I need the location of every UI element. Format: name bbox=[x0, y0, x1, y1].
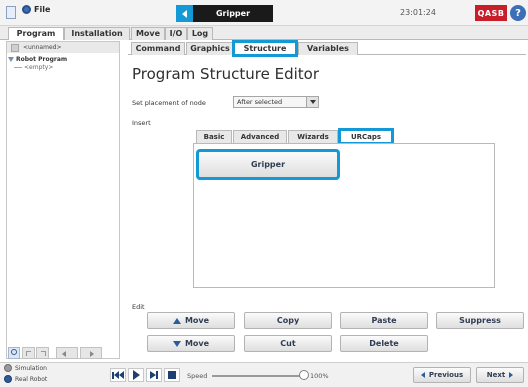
simulation-option[interactable]: Simulation bbox=[4, 364, 47, 372]
chevron-right-icon bbox=[509, 372, 514, 378]
simulation-label: Simulation bbox=[15, 364, 47, 372]
step-forward-icon bbox=[150, 371, 158, 379]
program-name: <unnamed> bbox=[23, 44, 62, 51]
magnifier-icon bbox=[11, 349, 17, 355]
clock-display: 23:01:24 bbox=[400, 8, 436, 17]
tree-search-button[interactable] bbox=[8, 347, 20, 359]
next-label: Next bbox=[486, 371, 506, 379]
move-up-button[interactable]: Move bbox=[147, 312, 235, 329]
tree-expand-button[interactable] bbox=[80, 347, 102, 359]
step-button[interactable] bbox=[146, 368, 162, 382]
real-robot-option[interactable]: Real Robot bbox=[4, 375, 47, 383]
tree-header: <unnamed> bbox=[7, 42, 119, 53]
empty-node-label: <empty> bbox=[24, 64, 54, 71]
page-title: Program Structure Editor bbox=[132, 65, 319, 83]
expand-icon bbox=[8, 57, 14, 62]
paste-label: Paste bbox=[371, 316, 397, 325]
real-robot-label: Real Robot bbox=[15, 375, 48, 383]
tree-redo-button[interactable] bbox=[36, 347, 49, 359]
play-icon bbox=[132, 370, 140, 380]
gear-icon bbox=[22, 5, 31, 14]
gripper-button-label: Gripper bbox=[250, 160, 286, 169]
robot-program-label: Robot Program bbox=[16, 56, 68, 63]
tab-program[interactable]: Program bbox=[8, 27, 64, 40]
suppress-button[interactable]: Suppress bbox=[436, 312, 524, 329]
suppress-label: Suppress bbox=[459, 316, 501, 325]
placement-value: After selected bbox=[237, 98, 283, 106]
placement-select[interactable]: After selected bbox=[233, 96, 319, 108]
tab-basic[interactable]: Basic bbox=[196, 130, 232, 143]
gripper-insert-button[interactable]: Gripper bbox=[196, 149, 340, 180]
cut-label: Cut bbox=[280, 339, 296, 348]
play-button[interactable] bbox=[128, 368, 144, 382]
undo-icon bbox=[26, 351, 31, 356]
node-line-icon bbox=[14, 67, 22, 68]
arrow-down-icon bbox=[172, 340, 181, 347]
edit-label: Edit bbox=[132, 303, 145, 311]
help-icon: ? bbox=[515, 7, 521, 19]
redo-icon bbox=[41, 351, 46, 356]
speed-value: 100% bbox=[310, 372, 329, 380]
file-menu-button[interactable]: File bbox=[22, 5, 50, 14]
copy-label: Copy bbox=[276, 316, 300, 325]
gripper-title-tab: Gripper bbox=[193, 5, 273, 22]
speed-slider-handle[interactable] bbox=[299, 370, 309, 380]
gripper-title-label: Gripper bbox=[215, 9, 251, 18]
help-button[interactable]: ? bbox=[510, 5, 526, 21]
file-label: File bbox=[34, 5, 51, 14]
program-tree-panel bbox=[6, 41, 120, 359]
tab-advanced[interactable]: Advanced bbox=[233, 130, 287, 143]
tab-log[interactable]: Log bbox=[187, 27, 213, 40]
move-down-label: Move bbox=[184, 339, 210, 348]
tab-move[interactable]: Move bbox=[131, 27, 165, 40]
robot-status-icon bbox=[6, 6, 16, 19]
tab-structure[interactable]: Structure bbox=[232, 40, 298, 57]
tree-undo-button[interactable] bbox=[22, 347, 35, 359]
speed-label: Speed bbox=[187, 372, 208, 380]
top-bar: File Gripper 23:01:24 QASB ? bbox=[0, 0, 528, 26]
company-logo: QASB bbox=[475, 5, 507, 21]
copy-button[interactable]: Copy bbox=[244, 312, 332, 329]
tab-command[interactable]: Command bbox=[131, 42, 185, 55]
arrow-up-icon bbox=[172, 317, 181, 324]
rewind-button[interactable] bbox=[110, 368, 126, 382]
dropdown-button[interactable] bbox=[306, 97, 318, 107]
tab-graphics[interactable]: Graphics bbox=[186, 42, 234, 55]
skip-back-icon bbox=[112, 371, 124, 379]
arrow-left-icon bbox=[62, 351, 66, 357]
tab-urcaps[interactable]: URCaps bbox=[338, 128, 394, 145]
stop-icon bbox=[168, 371, 176, 379]
previous-label: Previous bbox=[428, 371, 464, 379]
tab-io[interactable]: I/O bbox=[165, 27, 187, 40]
chevron-left-icon bbox=[420, 372, 425, 378]
back-arrow-button[interactable] bbox=[176, 5, 193, 22]
delete-label: Delete bbox=[369, 339, 399, 348]
tree-node-robot-program[interactable]: Robot Program bbox=[8, 56, 67, 63]
tab-installation[interactable]: Installation bbox=[64, 27, 130, 40]
next-button[interactable]: Next bbox=[476, 367, 524, 383]
tab-wizards[interactable]: Wizards bbox=[288, 130, 338, 143]
paste-button[interactable]: Paste bbox=[340, 312, 428, 329]
simulation-icon bbox=[4, 364, 12, 372]
real-robot-icon bbox=[4, 375, 12, 383]
arrow-right-icon bbox=[90, 351, 94, 357]
tab-variables[interactable]: Variables bbox=[298, 42, 358, 55]
delete-button[interactable]: Delete bbox=[340, 335, 428, 352]
previous-button[interactable]: Previous bbox=[413, 367, 471, 383]
stop-button[interactable] bbox=[164, 368, 180, 382]
program-file-icon bbox=[11, 43, 19, 52]
cut-button[interactable]: Cut bbox=[244, 335, 332, 352]
tree-node-empty[interactable]: <empty> bbox=[14, 64, 53, 71]
chevron-left-icon bbox=[182, 9, 187, 18]
placement-label: Set placement of node bbox=[132, 99, 206, 107]
move-down-button[interactable]: Move bbox=[147, 335, 235, 352]
speed-slider-track[interactable] bbox=[212, 375, 302, 377]
insert-label: Insert bbox=[132, 119, 151, 127]
tree-collapse-button[interactable] bbox=[56, 347, 78, 359]
move-up-label: Move bbox=[184, 316, 210, 325]
chevron-down-icon bbox=[309, 100, 316, 104]
